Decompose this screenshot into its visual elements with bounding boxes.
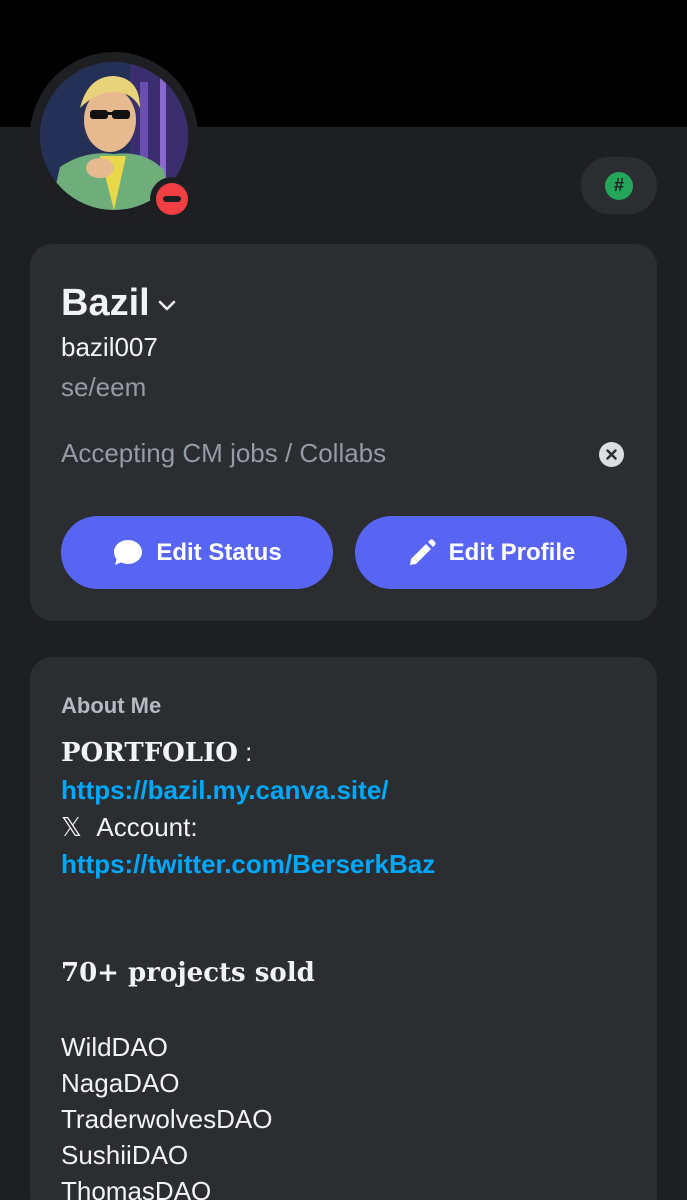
project-item: WildDAO <box>61 1032 168 1062</box>
chevron-down-icon <box>158 300 176 310</box>
portfolio-label: PORTFOLIO <box>61 738 238 768</box>
pencil-icon <box>409 538 436 565</box>
project-item: NagaDAO <box>61 1068 180 1098</box>
pronouns: se/eem <box>61 372 147 402</box>
display-name-row[interactable]: Bazil <box>61 282 176 325</box>
edit-profile-button[interactable]: Edit Profile <box>355 516 627 589</box>
close-icon <box>606 449 617 460</box>
edit-profile-label: Edit Profile <box>448 538 576 566</box>
do-not-disturb-status-icon <box>156 183 188 215</box>
edit-status-button[interactable]: Edit Status <box>61 516 333 589</box>
x-logo-icon: 𝕏 <box>61 812 82 842</box>
edit-status-label: Edit Status <box>156 538 282 566</box>
project-item: SushiiDAO <box>61 1140 189 1170</box>
projects-sold-heading: 70+ projects sold <box>61 958 315 988</box>
speech-bubble-icon <box>114 539 143 565</box>
account-label: Account: <box>96 812 198 842</box>
twitter-link[interactable]: https://twitter.com/BerserkBaz <box>61 849 435 880</box>
account-line: 𝕏 Account: <box>61 812 198 843</box>
hashtag-icon: # <box>605 171 633 200</box>
project-item: TraderwolvesDAO <box>61 1104 273 1134</box>
portfolio-line: PORTFOLIO : <box>61 737 252 768</box>
portfolio-colon: : <box>237 737 253 767</box>
username: bazil007 <box>61 332 158 362</box>
about-me-card: About Me PORTFOLIO : https://bazil.my.ca… <box>30 657 657 1200</box>
custom-status: Accepting CM jobs / Collabs <box>61 438 387 468</box>
nitro-badge-button[interactable]: # <box>581 157 657 214</box>
project-item: ThomasDAO <box>61 1176 212 1200</box>
display-name: Bazil <box>61 282 150 324</box>
profile-card: Bazil bazil007 se/eem Accepting CM jobs … <box>30 244 657 621</box>
clear-status-button[interactable] <box>599 442 624 467</box>
about-me-heading: About Me <box>61 693 162 718</box>
portfolio-link[interactable]: https://bazil.my.canva.site/ <box>61 775 389 806</box>
